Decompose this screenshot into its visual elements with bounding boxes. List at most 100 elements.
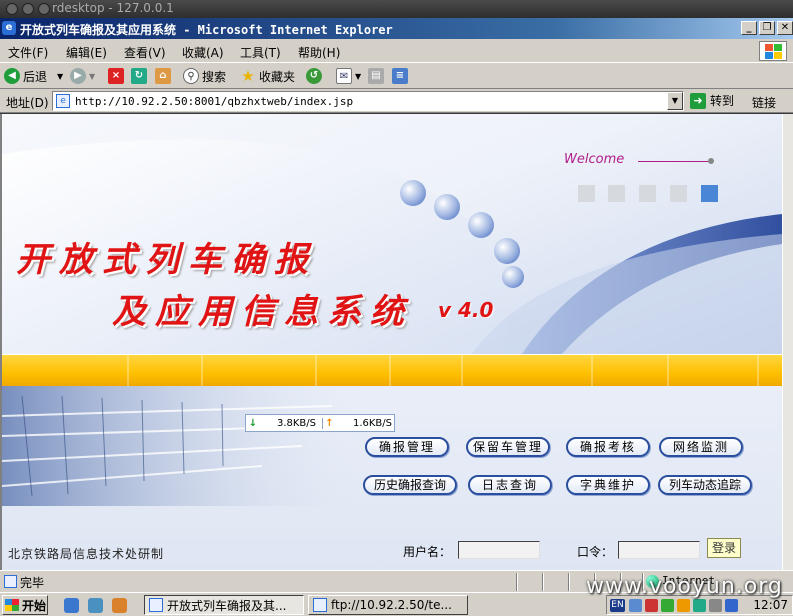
- address-bar: 地址(D) e http://10.92.2.50:8001/qbzhxtweb…: [0, 89, 793, 113]
- alert-tray-icon[interactable]: [677, 599, 690, 612]
- window-title: 开放式列车确报及其应用系统 - Microsoft Internet Explo…: [20, 23, 393, 37]
- log-query-button[interactable]: 日志查询: [468, 475, 552, 495]
- search-button[interactable]: ⚲ 搜索: [183, 67, 226, 85]
- stop-icon: ×: [108, 68, 124, 84]
- network-monitor-button[interactable]: 网络监测: [659, 437, 743, 457]
- welcome-divider: [638, 161, 710, 162]
- history-query-button[interactable]: 历史确报查询: [363, 475, 457, 495]
- volume-tray-icon[interactable]: [709, 599, 722, 612]
- menu-help[interactable]: 帮助(H): [298, 44, 340, 61]
- username-input[interactable]: [458, 541, 540, 559]
- menu-tools[interactable]: 工具(T): [240, 44, 281, 61]
- ie-quicklaunch-icon[interactable]: [64, 598, 79, 613]
- status-separator: [516, 573, 518, 591]
- page-content: Welcome 开放式列车确报 及应用信息系统 v 4.0 ↓ 3.8KB/S …: [0, 114, 782, 570]
- update-tray-icon[interactable]: [661, 599, 674, 612]
- edit-page-icon: ≡: [392, 68, 408, 84]
- printer-icon: ▤: [368, 68, 384, 84]
- address-input[interactable]: e http://10.92.2.50:8001/qbzhxtweb/index…: [52, 91, 684, 111]
- go-label: 转到: [710, 94, 735, 108]
- password-input[interactable]: [618, 541, 700, 559]
- chevron-down-icon[interactable]: ▼: [57, 72, 63, 81]
- bubble-decoration-4: [494, 238, 520, 264]
- style-swatch-3[interactable]: [639, 185, 656, 202]
- download-arrow-icon: ↓: [248, 417, 258, 429]
- login-button[interactable]: 登录: [707, 538, 741, 558]
- menu-favorites[interactable]: 收藏(A): [182, 44, 224, 61]
- status-separator: [542, 573, 544, 591]
- chevron-down-icon[interactable]: ▼: [355, 72, 361, 81]
- dictionary-maintenance-button[interactable]: 字典维护: [566, 475, 650, 495]
- mail-icon: ✉: [336, 68, 352, 84]
- print-button[interactable]: ▤: [368, 67, 387, 85]
- chevron-down-icon[interactable]: ▼: [89, 72, 95, 81]
- toolbar: ◀ 后退 ▼ ▶ ▼ × ↻ ⌂ ⚲ 搜索 ★ 收藏夹 ↺ ✉ ▼ ▤ ≡: [0, 63, 793, 89]
- refresh-icon: ↻: [131, 68, 147, 84]
- links-button[interactable]: 链接: [752, 94, 776, 111]
- home-button[interactable]: ⌂: [155, 67, 174, 85]
- go-button[interactable]: ➜ 转到: [690, 92, 734, 109]
- windows-flag-icon: [5, 599, 19, 611]
- restore-button[interactable]: ❐: [759, 21, 775, 35]
- minimize-button[interactable]: _: [741, 21, 757, 35]
- vertical-scrollbar[interactable]: [782, 114, 793, 570]
- address-dropdown-icon[interactable]: ▼: [667, 92, 683, 110]
- menu-edit[interactable]: 编辑(E): [66, 44, 107, 61]
- minimize-dot-icon[interactable]: [22, 3, 34, 15]
- close-dot-icon[interactable]: [6, 3, 18, 15]
- password-label: 口令：: [577, 545, 614, 559]
- address-url[interactable]: http://10.92.2.50:8001/qbzhxtweb/index.j…: [75, 95, 353, 108]
- yellow-band: [2, 354, 782, 387]
- star-icon: ★: [241, 67, 255, 85]
- taskbar-item-ftp[interactable]: ftp://10.92.2.50/te...: [308, 595, 468, 615]
- search-label: 搜索: [202, 69, 227, 84]
- menu-bar: 文件(F) 编辑(E) 查看(V) 收藏(A) 工具(T) 帮助(H): [0, 39, 793, 63]
- upload-speed: 1.6KB/S: [352, 417, 392, 429]
- home-icon: ⌂: [155, 68, 171, 84]
- stop-button[interactable]: ×: [108, 67, 127, 85]
- style-swatch-4[interactable]: [670, 185, 687, 202]
- train-tracking-button[interactable]: 列车动态追踪: [658, 475, 752, 495]
- forward-button[interactable]: ▶ ▼: [70, 67, 95, 85]
- back-arrow-icon: ◀: [4, 68, 20, 84]
- ftp-folder-icon: [313, 598, 327, 612]
- welcome-dot-icon: [708, 158, 714, 164]
- start-button[interactable]: 开始: [2, 595, 48, 615]
- report-management-button[interactable]: 确报管理: [365, 437, 449, 457]
- windows-flag-icon: [759, 41, 787, 61]
- taskbar-item-label: ftp://10.92.2.50/te...: [331, 598, 452, 612]
- start-label: 开始: [22, 598, 47, 613]
- network-tray-icon[interactable]: [629, 599, 642, 612]
- taskbar-item-ie[interactable]: 开放式列车确报及其...: [144, 595, 304, 615]
- menu-view[interactable]: 查看(V): [124, 44, 166, 61]
- network-speed-widget: ↓ 3.8KB/S ↑ 1.6KB/S: [245, 414, 395, 432]
- maximize-dot-icon[interactable]: [38, 3, 50, 15]
- favorites-label: 收藏夹: [259, 69, 296, 84]
- taskbar-item-label: 开放式列车确报及其...: [167, 598, 287, 613]
- report-assessment-button[interactable]: 确报考核: [566, 437, 650, 457]
- favorites-button[interactable]: ★ 收藏夹: [240, 67, 295, 85]
- close-button[interactable]: ✕: [777, 21, 793, 35]
- page-icon: e: [56, 94, 70, 108]
- back-button[interactable]: ◀ 后退 ▼: [4, 67, 63, 85]
- language-indicator[interactable]: EN: [610, 599, 625, 612]
- connection-tray-icon[interactable]: [725, 599, 738, 612]
- band-separators: [127, 355, 759, 387]
- style-swatch-1[interactable]: [578, 185, 595, 202]
- forward-arrow-icon: ▶: [70, 68, 86, 84]
- outlook-quicklaunch-icon[interactable]: [88, 598, 103, 613]
- refresh-button[interactable]: ↻: [131, 67, 150, 85]
- reserved-car-management-button[interactable]: 保留车管理: [466, 437, 550, 457]
- bubble-decoration-2: [434, 194, 460, 220]
- style-swatch-5-selected[interactable]: [701, 185, 718, 202]
- antivirus-tray-icon[interactable]: [693, 599, 706, 612]
- style-swatch-2[interactable]: [608, 185, 625, 202]
- edit-button[interactable]: ≡: [392, 67, 411, 85]
- menu-file[interactable]: 文件(F): [8, 44, 48, 61]
- security-tray-icon[interactable]: [645, 599, 658, 612]
- desktop-quicklaunch-icon[interactable]: [112, 598, 127, 613]
- mail-button[interactable]: ✉ ▼: [336, 67, 361, 85]
- history-button[interactable]: ↺: [306, 67, 325, 85]
- system-banner: Welcome 开放式列车确报 及应用信息系统 v 4.0: [2, 114, 782, 354]
- watermark: www.vooyun.org: [586, 574, 783, 599]
